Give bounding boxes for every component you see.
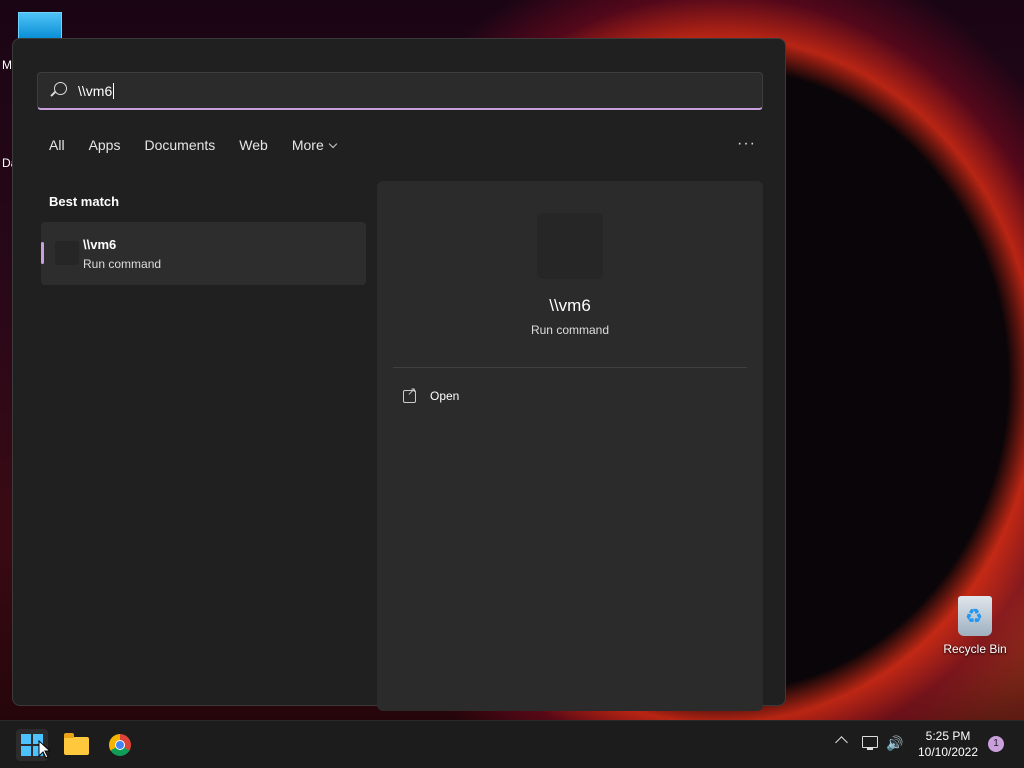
tab-web[interactable]: Web: [239, 137, 268, 153]
network-icon[interactable]: [862, 736, 878, 750]
desktop-icon-label: M: [2, 58, 12, 72]
section-header: Best match: [49, 194, 120, 209]
notification-badge[interactable]: 1: [988, 736, 1004, 752]
open-action[interactable]: Open: [403, 385, 460, 403]
run-command-large-icon: [537, 213, 603, 279]
selection-indicator: [41, 242, 44, 264]
tab-more-label: More: [291, 137, 324, 153]
filter-tabs: All Apps Documents Web More: [49, 137, 360, 153]
text-caret: [113, 83, 115, 99]
folder-icon: [64, 733, 89, 755]
detail-subtitle: Run command: [530, 323, 610, 337]
search-query: \\vm6: [78, 83, 113, 99]
tab-more[interactable]: More: [291, 137, 337, 153]
volume-icon[interactable]: 🔊: [886, 735, 903, 752]
result-subtitle: Run command: [83, 257, 162, 271]
file-explorer-button[interactable]: [60, 729, 92, 761]
tab-all[interactable]: All: [49, 137, 65, 153]
more-options-button[interactable]: ···: [737, 135, 756, 153]
recycle-bin-label: Recycle Bin: [943, 642, 1007, 656]
chevron-down-icon: [328, 139, 337, 149]
clock[interactable]: 5:25 PM 10/10/2022: [910, 728, 986, 760]
divider: [393, 367, 747, 368]
recycle-bin-icon: [958, 596, 992, 636]
search-input[interactable]: \\vm6: [37, 72, 763, 110]
detail-pane: \\vm6 Run command Open: [377, 181, 763, 711]
clock-date: 10/10/2022: [917, 745, 979, 759]
run-command-icon: [55, 241, 79, 265]
result-title: \\vm6: [83, 237, 117, 252]
tab-apps[interactable]: Apps: [89, 137, 121, 153]
mouse-cursor-icon: [38, 740, 50, 759]
open-external-icon: [403, 385, 416, 403]
search-icon: [54, 82, 67, 95]
chrome-icon: [109, 734, 131, 756]
chrome-button[interactable]: [104, 729, 136, 761]
clock-time: 5:25 PM: [925, 729, 971, 743]
detail-title: \\vm6: [549, 296, 591, 315]
best-match-result[interactable]: \\vm6 Run command: [41, 222, 366, 285]
tab-documents[interactable]: Documents: [144, 137, 215, 153]
open-action-label: Open: [430, 389, 460, 403]
search-panel: \\vm6 All Apps Documents Web More ··· Be…: [12, 38, 786, 711]
recycle-bin[interactable]: Recycle Bin: [940, 596, 1010, 656]
